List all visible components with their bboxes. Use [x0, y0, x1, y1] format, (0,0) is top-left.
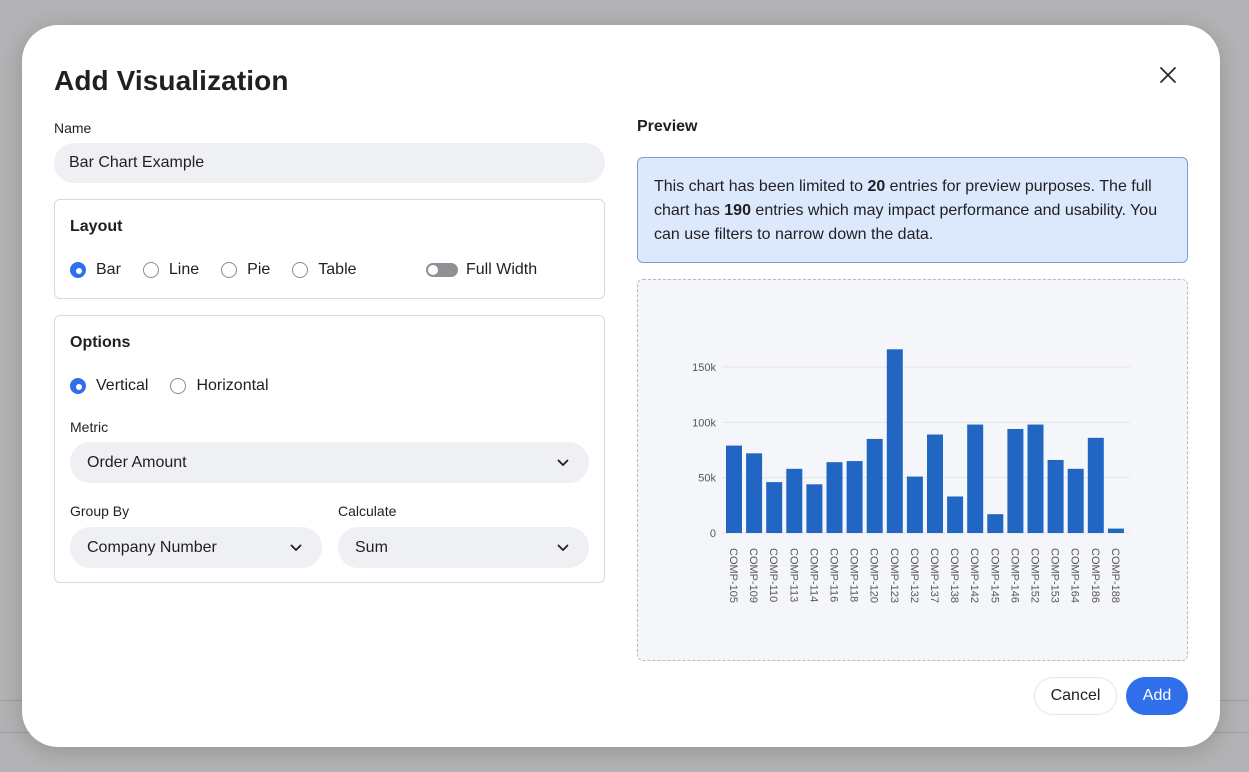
- x-tick-label: COMP-188: [1109, 548, 1121, 603]
- layout-title: Layout: [70, 218, 123, 235]
- group-by-select[interactable]: Company Number: [70, 527, 322, 568]
- name-label: Name: [54, 120, 92, 136]
- orientation-radio-group: Vertical Horizontal: [70, 377, 291, 395]
- x-tick-label: COMP-142: [968, 548, 980, 603]
- x-tick-label: COMP-186: [1089, 548, 1101, 603]
- cancel-button[interactable]: Cancel: [1034, 677, 1117, 715]
- x-tick-label: COMP-110: [767, 548, 779, 602]
- metric-label: Metric: [70, 419, 109, 435]
- dialog-title: Add Visualization: [54, 65, 289, 96]
- x-tick-label: COMP-113: [787, 548, 799, 602]
- orientation-option-horizontal[interactable]: Horizontal: [170, 377, 269, 395]
- chevron-down-icon: [290, 544, 302, 551]
- y-tick-label: 100k: [692, 417, 716, 429]
- x-tick-label: COMP-120: [868, 548, 880, 603]
- y-tick-label: 0: [710, 528, 716, 540]
- bar: [786, 468, 803, 533]
- info-text: This chart has been limited to: [654, 178, 868, 195]
- metric-select[interactable]: Order Amount: [70, 442, 589, 483]
- chevron-down-icon: [557, 459, 569, 466]
- calculate-select[interactable]: Sum: [338, 527, 589, 568]
- layout-option-label: Pie: [247, 261, 271, 278]
- x-tick-label: COMP-109: [747, 548, 759, 603]
- layout-option-table[interactable]: Table: [292, 261, 357, 279]
- bar: [1027, 424, 1044, 533]
- y-tick-label: 50k: [698, 473, 716, 485]
- radio-icon: [142, 262, 159, 278]
- radio-selected-icon: [70, 262, 86, 278]
- bar: [987, 514, 1004, 533]
- options-title: Options: [70, 334, 131, 351]
- bar: [746, 453, 763, 533]
- layout-radio-group: Bar Line Pie Table: [70, 261, 379, 279]
- toggle-knob: [428, 265, 438, 275]
- bar: [886, 349, 903, 533]
- x-tick-label: COMP-105: [727, 548, 739, 603]
- orientation-option-vertical[interactable]: Vertical: [70, 377, 148, 395]
- bar: [947, 496, 964, 533]
- bar: [906, 476, 923, 533]
- radio-selected-icon: [70, 378, 86, 394]
- bar: [726, 445, 742, 533]
- group-by-label: Group By: [70, 503, 130, 519]
- close-button[interactable]: [1154, 61, 1182, 89]
- radio-icon: [292, 262, 309, 278]
- layout-option-bar[interactable]: Bar: [70, 261, 121, 279]
- bar: [766, 482, 783, 533]
- bar: [806, 484, 823, 533]
- options-panel: Options Vertical Horizontal Metric Order…: [54, 315, 605, 583]
- group-by-value: Company Number: [87, 538, 217, 556]
- info-limit-count: 20: [867, 178, 886, 195]
- layout-option-pie[interactable]: Pie: [221, 261, 270, 279]
- x-tick-label: COMP-132: [908, 548, 920, 603]
- x-tick-label: COMP-114: [807, 548, 819, 602]
- chart-preview-area: 0 50k 100k 150k COMP-105 COMP-109 COMP-110 COMP…: [637, 279, 1188, 661]
- full-width-toggle[interactable]: Full Width: [426, 261, 537, 279]
- close-icon: [1160, 67, 1176, 83]
- full-width-label: Full Width: [466, 261, 538, 278]
- bar: [826, 462, 843, 533]
- bar: [1087, 437, 1104, 533]
- layout-option-label: Bar: [96, 261, 121, 278]
- layout-option-line[interactable]: Line: [142, 261, 200, 279]
- calculate-label: Calculate: [338, 503, 397, 519]
- orientation-option-label: Vertical: [96, 377, 149, 394]
- info-total-count: 190: [724, 202, 751, 219]
- x-tick-label: COMP-123: [888, 548, 900, 603]
- name-input[interactable]: [54, 143, 605, 183]
- radio-icon: [170, 378, 187, 394]
- preview-info-banner: This chart has been limited to 20 entrie…: [637, 157, 1188, 263]
- layout-panel: Layout Bar Line Pie Table Full Width: [54, 199, 605, 299]
- metric-value: Order Amount: [87, 453, 187, 471]
- bar-chart: 0 50k 100k 150k COMP-105 COMP-109 COMP-110 COMP…: [692, 349, 1130, 603]
- add-button[interactable]: Add: [1126, 677, 1188, 715]
- add-visualization-dialog: Add Visualization Name Layout Bar Line P…: [22, 25, 1220, 747]
- bar: [1007, 428, 1024, 533]
- y-tick-label: 150k: [692, 362, 716, 374]
- x-tick-label: COMP-152: [1029, 548, 1041, 603]
- x-tick-label: COMP-145: [988, 548, 1000, 603]
- toggle-track: [426, 263, 458, 277]
- layout-option-label: Line: [168, 261, 200, 278]
- x-tick-label: COMP-137: [928, 548, 940, 603]
- chevron-down-icon: [557, 544, 569, 551]
- bar: [967, 424, 984, 533]
- orientation-option-label: Horizontal: [196, 377, 269, 394]
- preview-label: Preview: [637, 118, 698, 135]
- bar: [846, 461, 863, 533]
- bar: [1067, 468, 1084, 533]
- radio-icon: [221, 262, 238, 278]
- x-tick-label: COMP-138: [948, 548, 960, 603]
- bar: [866, 438, 883, 533]
- x-tick-label: COMP-153: [1049, 548, 1061, 603]
- calculate-value: Sum: [355, 538, 388, 556]
- bar: [1047, 459, 1064, 533]
- x-tick-label: COMP-116: [828, 548, 840, 602]
- layout-option-label: Table: [318, 261, 357, 278]
- bar: [1107, 528, 1124, 533]
- bar: [927, 434, 943, 533]
- x-tick-label: COMP-118: [848, 548, 860, 602]
- x-tick-label: COMP-164: [1069, 548, 1081, 603]
- x-tick-label: COMP-146: [1008, 548, 1020, 603]
